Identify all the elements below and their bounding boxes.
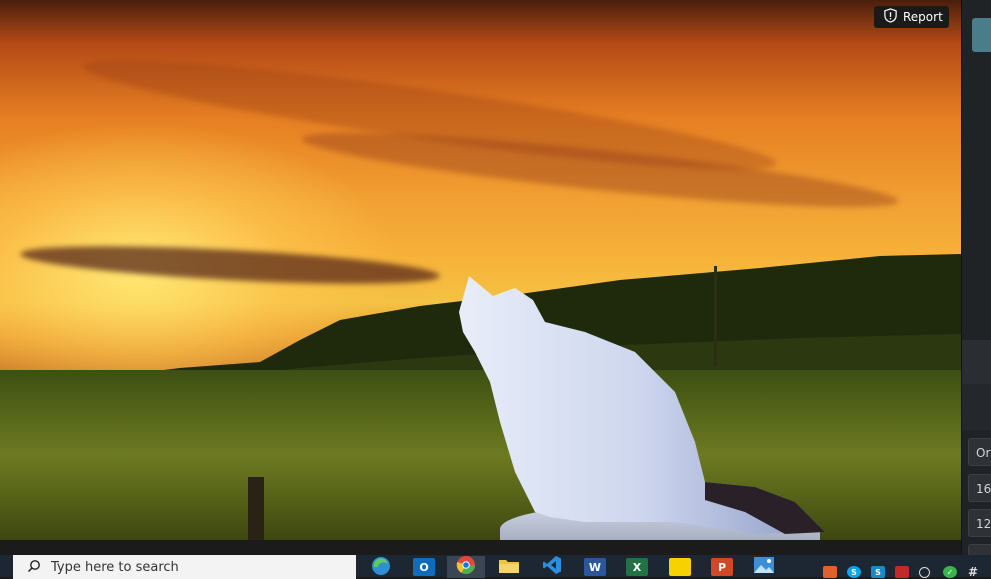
taskbar-app-file-explorer[interactable] xyxy=(490,556,528,578)
chrome-icon xyxy=(456,555,476,579)
report-label: Report xyxy=(903,10,943,24)
taskbar-app-powerpoint[interactable]: P xyxy=(703,556,741,578)
panel-button[interactable]: 16 xyxy=(968,474,991,502)
panel-button[interactable]: 12 xyxy=(968,509,991,537)
taskbar: Type here to search O W X P S S ✓ # xyxy=(0,555,991,579)
cat-silhouette xyxy=(459,276,825,534)
taskbar-app-chrome[interactable] xyxy=(447,556,485,578)
taskbar-app-excel[interactable]: X xyxy=(618,556,656,578)
tray-slack-icon[interactable]: # xyxy=(966,565,980,579)
sticky-notes-icon xyxy=(669,558,691,576)
report-button[interactable]: Report xyxy=(874,6,949,28)
outlook-icon: O xyxy=(413,558,435,576)
panel-button[interactable]: Or xyxy=(968,438,991,466)
wallpaper-image: Report xyxy=(0,0,961,540)
side-panel: Or 16 12 xyxy=(961,0,991,556)
search-icon xyxy=(27,558,41,577)
fence-post xyxy=(248,477,264,540)
tray-app-3-icon[interactable]: S xyxy=(871,566,885,578)
tray-check-icon[interactable]: ✓ xyxy=(943,566,957,578)
search-placeholder: Type here to search xyxy=(51,559,179,575)
taskbar-app-word[interactable]: W xyxy=(576,556,614,578)
taskbar-app-sticky-notes[interactable] xyxy=(661,556,699,578)
vscode-icon xyxy=(542,555,562,579)
taskbar-app-vscode[interactable] xyxy=(533,556,571,578)
panel-accent-tile[interactable] xyxy=(972,18,991,52)
panel-section xyxy=(962,340,991,384)
taskbar-app-edge[interactable] xyxy=(362,556,400,578)
folder-icon xyxy=(498,556,520,578)
tray-skype-icon[interactable]: S xyxy=(847,566,861,578)
powerpoint-icon: P xyxy=(711,558,733,576)
photos-icon xyxy=(753,556,775,578)
tray-app-4-icon[interactable] xyxy=(895,566,909,578)
edge-icon xyxy=(370,555,392,579)
excel-icon: X xyxy=(626,558,648,576)
shield-icon xyxy=(883,8,898,26)
tray-search-icon[interactable] xyxy=(919,567,930,578)
word-icon: W xyxy=(584,558,606,576)
taskbar-search-box[interactable]: Type here to search xyxy=(13,555,356,579)
taskbar-app-outlook[interactable]: O xyxy=(405,556,443,578)
taskbar-app-photos[interactable] xyxy=(745,556,783,578)
panel-section xyxy=(962,384,991,430)
tray-app-1-icon[interactable] xyxy=(823,566,837,578)
